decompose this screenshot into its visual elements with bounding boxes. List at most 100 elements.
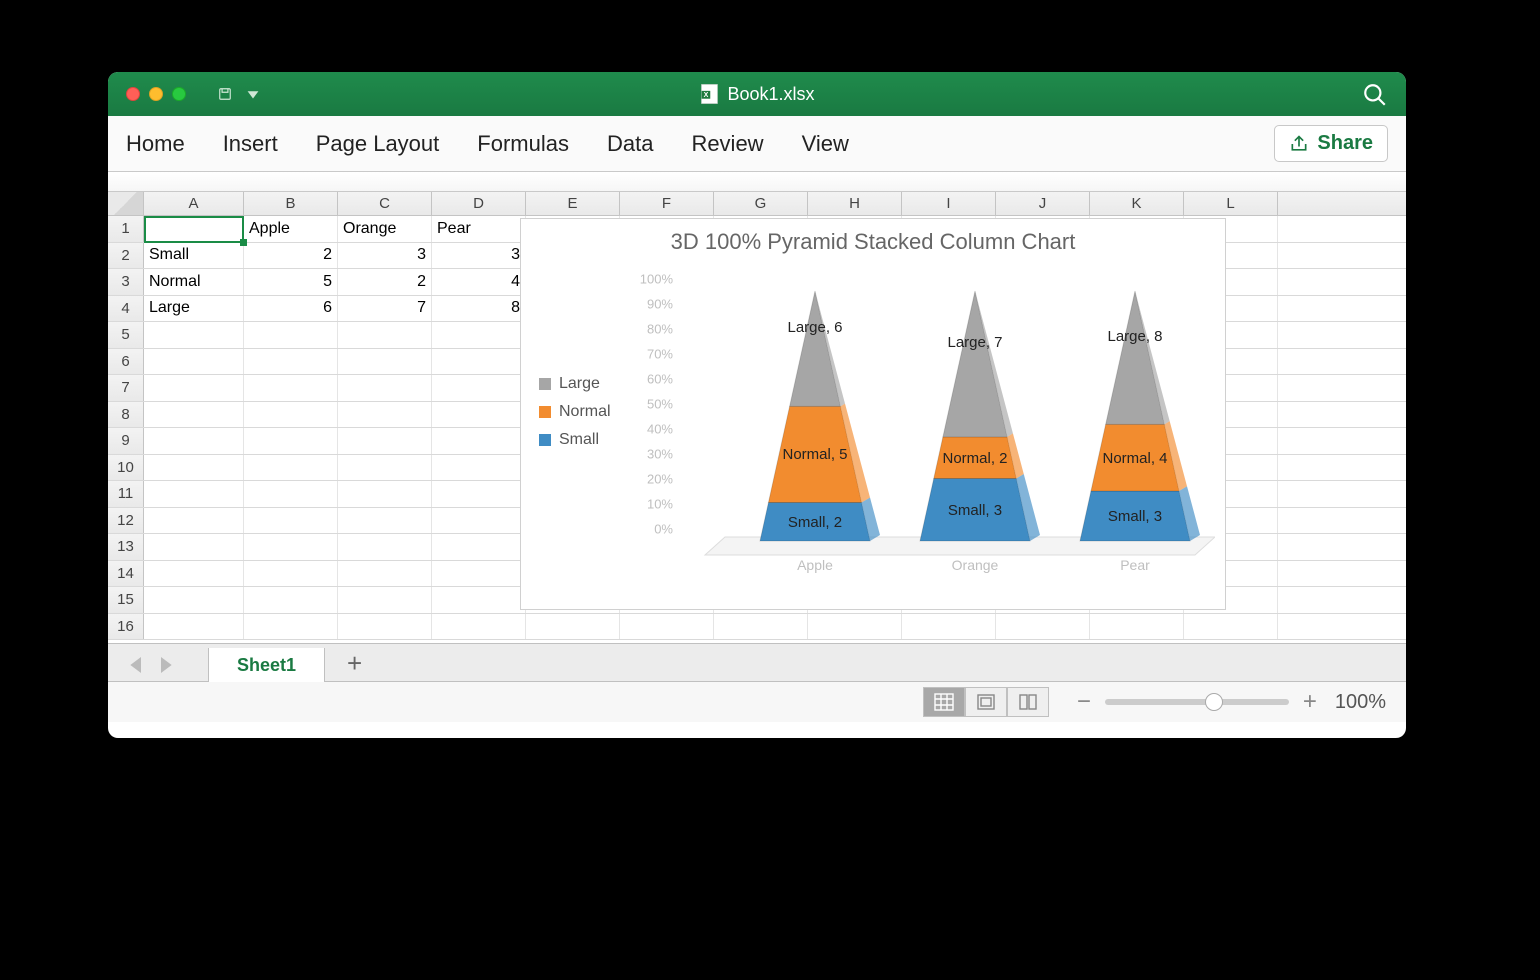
cell-b1[interactable]: Apple bbox=[244, 216, 338, 242]
cell-b4[interactable]: 6 bbox=[244, 296, 338, 322]
cell-a6[interactable] bbox=[144, 349, 244, 375]
cell-c1[interactable]: Orange bbox=[338, 216, 432, 242]
search-icon[interactable] bbox=[1362, 82, 1388, 108]
cell-a12[interactable] bbox=[144, 508, 244, 534]
cell-a10[interactable] bbox=[144, 455, 244, 481]
cell-a16[interactable] bbox=[144, 614, 244, 640]
cell-d16[interactable] bbox=[432, 614, 526, 640]
page-break-view-button[interactable] bbox=[1007, 687, 1049, 717]
minimize-window-button[interactable] bbox=[149, 87, 163, 101]
cell-l16[interactable] bbox=[1184, 614, 1278, 640]
cell-b12[interactable] bbox=[244, 508, 338, 534]
tab-view[interactable]: View bbox=[802, 131, 849, 157]
col-header-b[interactable]: B bbox=[244, 192, 338, 215]
row-header[interactable]: 14 bbox=[108, 561, 144, 587]
col-header-e[interactable]: E bbox=[526, 192, 620, 215]
cell-b16[interactable] bbox=[244, 614, 338, 640]
close-window-button[interactable] bbox=[126, 87, 140, 101]
prev-sheet-icon[interactable] bbox=[130, 657, 144, 673]
cell-c12[interactable] bbox=[338, 508, 432, 534]
col-header-c[interactable]: C bbox=[338, 192, 432, 215]
cell-d9[interactable] bbox=[432, 428, 526, 454]
cell-c14[interactable] bbox=[338, 561, 432, 587]
cell-a4[interactable]: Large bbox=[144, 296, 244, 322]
cell-j16[interactable] bbox=[996, 614, 1090, 640]
row-header[interactable]: 8 bbox=[108, 402, 144, 428]
tab-home[interactable]: Home bbox=[126, 131, 185, 157]
qat-dropdown-icon[interactable] bbox=[244, 87, 262, 101]
next-sheet-icon[interactable] bbox=[158, 657, 172, 673]
cell-d11[interactable] bbox=[432, 481, 526, 507]
row-header[interactable]: 6 bbox=[108, 349, 144, 375]
cell-c3[interactable]: 2 bbox=[338, 269, 432, 295]
cell-d6[interactable] bbox=[432, 349, 526, 375]
tab-review[interactable]: Review bbox=[691, 131, 763, 157]
zoom-in-button[interactable]: + bbox=[1303, 688, 1317, 716]
cell-h16[interactable] bbox=[808, 614, 902, 640]
fill-handle[interactable] bbox=[240, 239, 247, 246]
cell-f16[interactable] bbox=[620, 614, 714, 640]
tab-insert[interactable]: Insert bbox=[223, 131, 278, 157]
cell-c6[interactable] bbox=[338, 349, 432, 375]
row-header[interactable]: 12 bbox=[108, 508, 144, 534]
embedded-chart[interactable]: 3D 100% Pyramid Stacked Column Chart Lar… bbox=[520, 218, 1226, 610]
cell-e16[interactable] bbox=[526, 614, 620, 640]
zoom-thumb[interactable] bbox=[1205, 693, 1223, 711]
normal-view-button[interactable] bbox=[923, 687, 965, 717]
cell-b9[interactable] bbox=[244, 428, 338, 454]
cell-c7[interactable] bbox=[338, 375, 432, 401]
cell-b11[interactable] bbox=[244, 481, 338, 507]
cell-a13[interactable] bbox=[144, 534, 244, 560]
cell-d13[interactable] bbox=[432, 534, 526, 560]
cell-b14[interactable] bbox=[244, 561, 338, 587]
cell-k16[interactable] bbox=[1090, 614, 1184, 640]
cell-c16[interactable] bbox=[338, 614, 432, 640]
cell-d2[interactable]: 3 bbox=[432, 243, 526, 269]
cell-b3[interactable]: 5 bbox=[244, 269, 338, 295]
cell-a14[interactable] bbox=[144, 561, 244, 587]
cell-a9[interactable] bbox=[144, 428, 244, 454]
cell-c13[interactable] bbox=[338, 534, 432, 560]
cell-c5[interactable] bbox=[338, 322, 432, 348]
row-header[interactable]: 3 bbox=[108, 269, 144, 295]
cell-d15[interactable] bbox=[432, 587, 526, 613]
cell-b15[interactable] bbox=[244, 587, 338, 613]
cell-a7[interactable] bbox=[144, 375, 244, 401]
row-header[interactable]: 7 bbox=[108, 375, 144, 401]
cell-a11[interactable] bbox=[144, 481, 244, 507]
share-button[interactable]: Share bbox=[1274, 125, 1388, 162]
cell-a3[interactable]: Normal bbox=[144, 269, 244, 295]
select-all-corner[interactable] bbox=[108, 192, 144, 215]
worksheet-grid[interactable]: A B C D E F G H I J K L 1AppleOrangePear… bbox=[108, 192, 1406, 644]
zoom-level[interactable]: 100% bbox=[1335, 691, 1386, 714]
row-header[interactable]: 9 bbox=[108, 428, 144, 454]
cell-g16[interactable] bbox=[714, 614, 808, 640]
cell-c10[interactable] bbox=[338, 455, 432, 481]
cell-c4[interactable]: 7 bbox=[338, 296, 432, 322]
zoom-out-button[interactable]: − bbox=[1077, 688, 1091, 716]
tab-formulas[interactable]: Formulas bbox=[477, 131, 569, 157]
cell-a5[interactable] bbox=[144, 322, 244, 348]
tab-page-layout[interactable]: Page Layout bbox=[316, 131, 440, 157]
cell-a8[interactable] bbox=[144, 402, 244, 428]
cell-b7[interactable] bbox=[244, 375, 338, 401]
row-header[interactable]: 15 bbox=[108, 587, 144, 613]
cell-d7[interactable] bbox=[432, 375, 526, 401]
cell-a15[interactable] bbox=[144, 587, 244, 613]
cell-d10[interactable] bbox=[432, 455, 526, 481]
cell-i16[interactable] bbox=[902, 614, 996, 640]
page-layout-view-button[interactable] bbox=[965, 687, 1007, 717]
row-header[interactable]: 16 bbox=[108, 614, 144, 640]
row-header[interactable]: 11 bbox=[108, 481, 144, 507]
cell-b6[interactable] bbox=[244, 349, 338, 375]
cell-d3[interactable]: 4 bbox=[432, 269, 526, 295]
row-header[interactable]: 2 bbox=[108, 243, 144, 269]
col-header-i[interactable]: I bbox=[902, 192, 996, 215]
row-header[interactable]: 5 bbox=[108, 322, 144, 348]
cell-b8[interactable] bbox=[244, 402, 338, 428]
col-header-f[interactable]: F bbox=[620, 192, 714, 215]
row-header[interactable]: 4 bbox=[108, 296, 144, 322]
row-header[interactable]: 1 bbox=[108, 216, 144, 242]
cell-d12[interactable] bbox=[432, 508, 526, 534]
row-header[interactable]: 10 bbox=[108, 455, 144, 481]
